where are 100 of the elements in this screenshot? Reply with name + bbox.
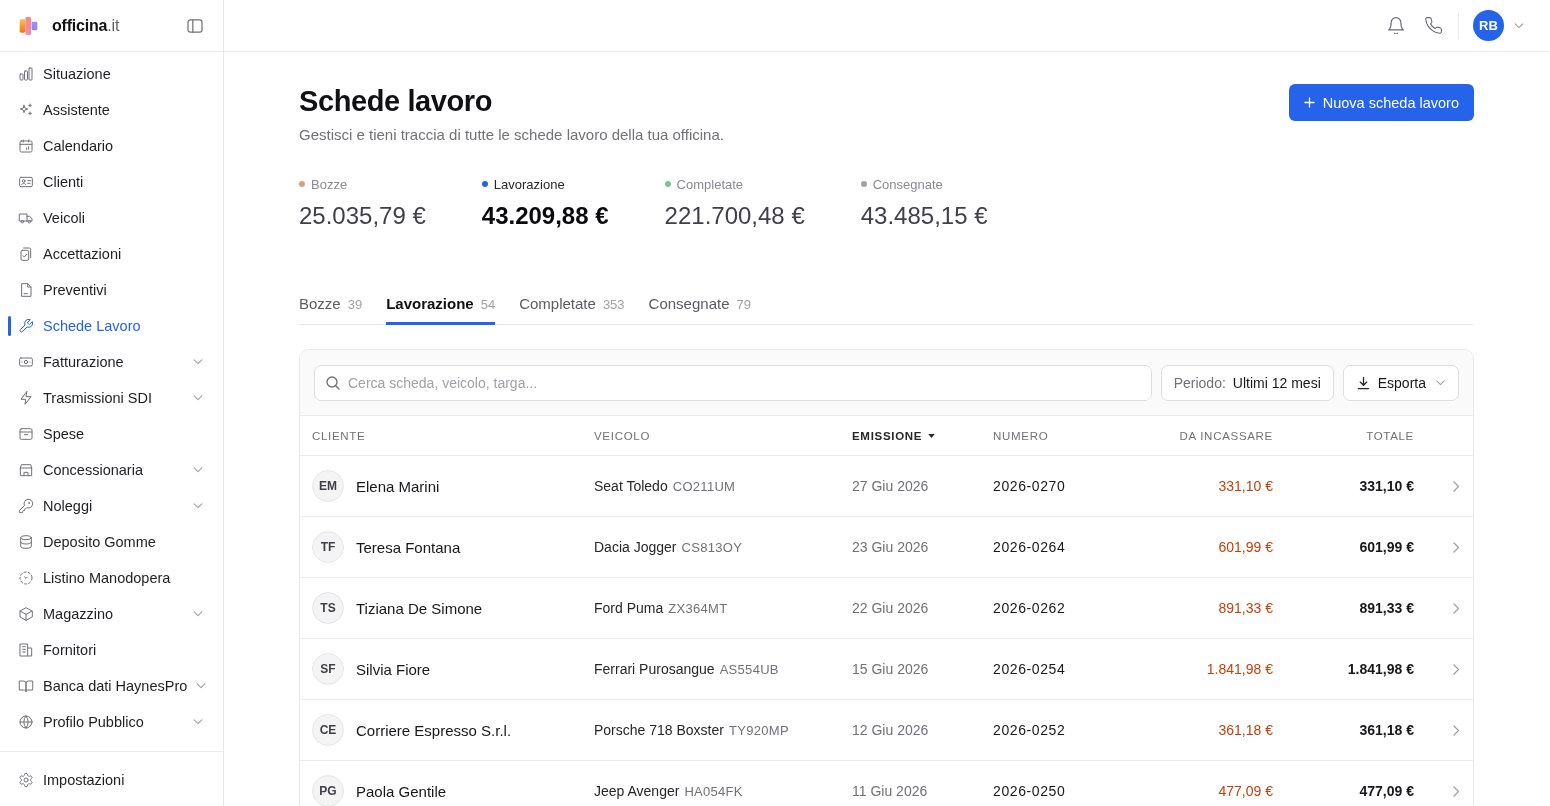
nav-item[interactable]: Fatturazione (0, 344, 223, 380)
wrench-icon (18, 318, 34, 334)
nav-item[interactable]: Schede Lavoro (0, 308, 223, 344)
tab[interactable]: Lavorazione 54 (386, 289, 496, 325)
nav-item[interactable]: Noleggi (0, 488, 223, 524)
column-header[interactable]: VEICOLO (594, 429, 852, 442)
tab[interactable]: Completate 353 (519, 289, 625, 325)
new-job-card-button[interactable]: Nuova scheda lavoro (1288, 84, 1474, 121)
stat-value: 43.485,15 € (860, 201, 988, 231)
settings-icon (18, 772, 34, 788)
client-name: Silvia Fiore (356, 660, 431, 678)
job-number: 2026-0250 (993, 783, 1066, 799)
chevron-right-icon[interactable] (1453, 602, 1460, 614)
page-title: Schede lavoro (299, 84, 494, 118)
phone-icon[interactable] (1425, 17, 1442, 34)
brand-name: officina.it (52, 16, 120, 35)
book-icon (18, 678, 34, 694)
export-button[interactable]: Esporta (1342, 365, 1459, 401)
amount-due: 1.841,98 € (1206, 661, 1273, 677)
column-header[interactable]: TOTALE (1273, 429, 1414, 442)
chevron-down-icon (1514, 22, 1524, 29)
total-amount: 361,18 € (1359, 722, 1414, 738)
nav-item[interactable]: Profilo Pubblico (0, 704, 223, 740)
column-header[interactable]: EMISSIONE (852, 429, 993, 442)
nav-item[interactable]: Spese (0, 416, 223, 452)
chevron-right-icon[interactable] (1453, 480, 1460, 492)
nav-item[interactable]: Deposito Gomme (0, 524, 223, 560)
panel-toggle-icon[interactable] (187, 18, 203, 33)
issue-date: 12 Giu 2026 (852, 722, 929, 738)
sparkle-icon (18, 102, 34, 118)
tab[interactable]: Consegnate 79 (648, 289, 751, 325)
nav-item[interactable]: Preventivi (0, 272, 223, 308)
banknote-icon (18, 354, 34, 370)
total-amount: 891,33 € (1359, 600, 1414, 616)
job-number: 2026-0262 (993, 600, 1066, 616)
job-number: 2026-0270 (993, 478, 1066, 494)
total-amount: 477,09 € (1359, 783, 1414, 799)
id-card-icon (18, 174, 34, 190)
nav-item[interactable]: Magazzino (0, 596, 223, 632)
nav-item[interactable]: Accettazioni (0, 236, 223, 272)
vehicle-name: Dacia Jogger (594, 539, 677, 555)
chevron-right-icon[interactable] (1453, 724, 1460, 736)
truck-icon (18, 210, 34, 226)
vehicle-name: Porsche 718 Boxster (594, 722, 724, 738)
search-icon (326, 376, 340, 390)
nav-item[interactable]: Concessionaria (0, 452, 223, 488)
client-name: Teresa Fontana (356, 538, 461, 556)
tab[interactable]: Bozze 39 (299, 289, 363, 325)
nav-item[interactable]: Fornitori (0, 632, 223, 668)
nav-item[interactable]: Assistente (0, 92, 223, 128)
issue-date: 11 Giu 2026 (852, 783, 928, 799)
issue-date: 27 Giu 2026 (852, 478, 929, 494)
license-plate: TY920MP (728, 722, 789, 738)
client-name: Tiziana De Simone (356, 599, 483, 617)
page-subtitle: Gestisci e tieni traccia di tutte le schede lavoro della tua officina. (299, 125, 724, 145)
nav-item[interactable]: Veicoli (0, 200, 223, 236)
total-amount: 601,99 € (1359, 539, 1414, 555)
nav-item[interactable]: Clienti (0, 164, 223, 200)
total-amount: 331,10 € (1359, 478, 1414, 494)
bar-chart-icon (18, 66, 34, 82)
key-icon (18, 498, 34, 514)
nav-item[interactable]: Listino Manodopera (0, 560, 223, 596)
stat-value: 43.209,88 € (481, 201, 609, 231)
search-field[interactable]: Cerca scheda, veicolo, targa... (314, 365, 1152, 401)
nav-item[interactable]: Calendario (0, 128, 223, 164)
license-plate: AS554UB (719, 661, 779, 677)
globe-icon (18, 714, 34, 730)
amount-due: 361,18 € (1218, 722, 1273, 738)
database-icon (18, 534, 34, 550)
column-header[interactable]: NUMERO (993, 429, 1133, 442)
nav-item[interactable]: Situazione (0, 56, 223, 92)
column-header[interactable]: DA INCASSARE (1133, 429, 1273, 442)
issue-date: 22 Giu 2026 (852, 600, 929, 616)
job-number: 2026-0252 (993, 722, 1066, 738)
period-select[interactable]: Periodo: Ultimi 12 mesi (1160, 365, 1334, 401)
nav-item[interactable]: Impostazioni (0, 762, 223, 798)
initials-avatar: EM (312, 470, 344, 502)
download-icon (1356, 376, 1370, 390)
amount-due: 601,99 € (1218, 539, 1273, 555)
user-avatar[interactable]: RB (1473, 10, 1504, 41)
initials-avatar: TF (312, 531, 344, 563)
client-name: Elena Marini (356, 477, 440, 495)
initials-avatar: PG (312, 775, 344, 806)
nav-item[interactable]: Banca dati HaynesPro (0, 668, 223, 704)
lightning-icon (18, 390, 34, 406)
license-plate: ZX364MT (668, 600, 728, 616)
chevron-right-icon[interactable] (1453, 663, 1460, 675)
nav-item[interactable]: Trasmissioni SDI (0, 380, 223, 416)
chevron-right-icon[interactable] (1453, 785, 1460, 797)
chevron-right-icon[interactable] (1453, 541, 1460, 553)
bell-icon[interactable] (1388, 17, 1404, 34)
logo-icon (19, 15, 38, 36)
license-plate: CO211UM (672, 478, 736, 494)
column-header[interactable]: CLIENTE (312, 429, 594, 442)
initials-avatar: CE (312, 714, 344, 746)
amount-due: 331,10 € (1218, 478, 1273, 494)
initials-avatar: SF (312, 653, 344, 685)
vehicle-name: Ferrari Purosangue (594, 661, 715, 677)
building-icon (18, 642, 34, 658)
stat-label: Consegnate (872, 176, 943, 192)
